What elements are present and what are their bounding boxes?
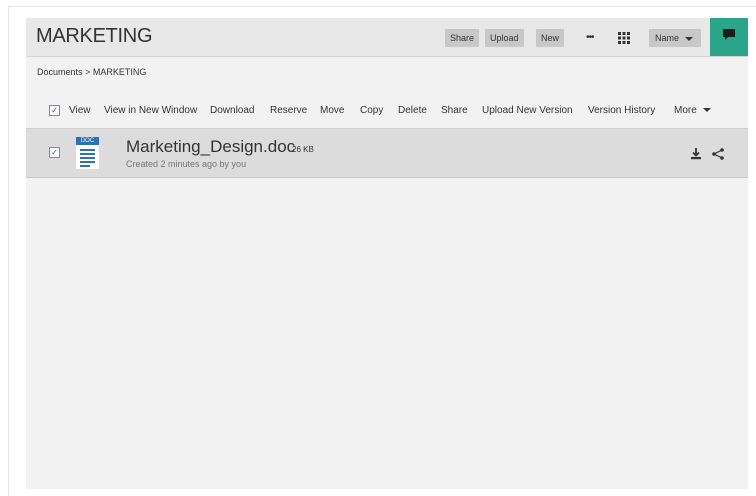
share-icon[interactable] bbox=[712, 147, 724, 165]
action-toolbar: ✓ View View in New Window Download Reser… bbox=[26, 90, 748, 130]
copy-action[interactable]: Copy bbox=[360, 105, 383, 116]
download-action[interactable]: Download bbox=[210, 105, 254, 116]
file-size: 26 KB bbox=[292, 145, 314, 154]
breadcrumb-root[interactable]: Documents bbox=[37, 67, 83, 77]
file-row[interactable]: ✓ DOC Marketing_Design.doc 26 KB Created… bbox=[26, 128, 748, 178]
comment-icon bbox=[723, 29, 735, 40]
new-button[interactable]: New bbox=[536, 29, 565, 47]
file-type-label: DOC bbox=[76, 137, 99, 145]
more-options-icon[interactable]: ••• bbox=[586, 29, 594, 47]
share-action[interactable]: Share bbox=[441, 105, 468, 116]
chevron-down-icon bbox=[685, 36, 694, 41]
upload-button[interactable]: Upload bbox=[485, 29, 524, 47]
version-history-action[interactable]: Version History bbox=[588, 105, 655, 116]
file-created-meta: Created 2 minutes ago by you bbox=[126, 159, 247, 169]
share-button[interactable]: Share bbox=[445, 29, 480, 47]
document-library-panel: MARKETING Share Upload New ••• Name Docu… bbox=[26, 18, 748, 489]
file-row-checkbox[interactable]: ✓ bbox=[49, 147, 60, 158]
view-in-new-window-action[interactable]: View in New Window bbox=[104, 105, 197, 116]
grid-view-icon[interactable] bbox=[618, 31, 630, 49]
file-name-link[interactable]: Marketing_Design.doc bbox=[126, 137, 295, 157]
more-actions-label: More bbox=[674, 105, 697, 116]
download-icon[interactable] bbox=[690, 147, 702, 165]
more-actions-dropdown[interactable]: More bbox=[674, 105, 711, 116]
doc-file-icon: DOC bbox=[76, 137, 99, 169]
chat-button[interactable] bbox=[710, 18, 748, 56]
breadcrumb: Documents > MARKETING bbox=[37, 67, 146, 77]
grid-icon bbox=[618, 32, 630, 44]
select-all-checkbox[interactable]: ✓ bbox=[49, 105, 60, 116]
upload-new-version-action[interactable]: Upload New Version bbox=[482, 105, 573, 116]
sort-dropdown-label: Name bbox=[655, 33, 680, 43]
view-action[interactable]: View bbox=[69, 105, 91, 116]
reserve-action[interactable]: Reserve bbox=[270, 105, 307, 116]
breadcrumb-separator: > bbox=[85, 67, 91, 77]
library-header: MARKETING Share Upload New ••• Name bbox=[26, 18, 748, 57]
sort-dropdown[interactable]: Name bbox=[649, 29, 701, 47]
move-action[interactable]: Move bbox=[320, 105, 344, 116]
breadcrumb-current: MARKETING bbox=[92, 67, 147, 77]
delete-action[interactable]: Delete bbox=[398, 105, 427, 116]
chevron-down-icon bbox=[702, 108, 711, 113]
document-lines-icon bbox=[80, 149, 95, 167]
page-title: MARKETING bbox=[36, 25, 153, 47]
